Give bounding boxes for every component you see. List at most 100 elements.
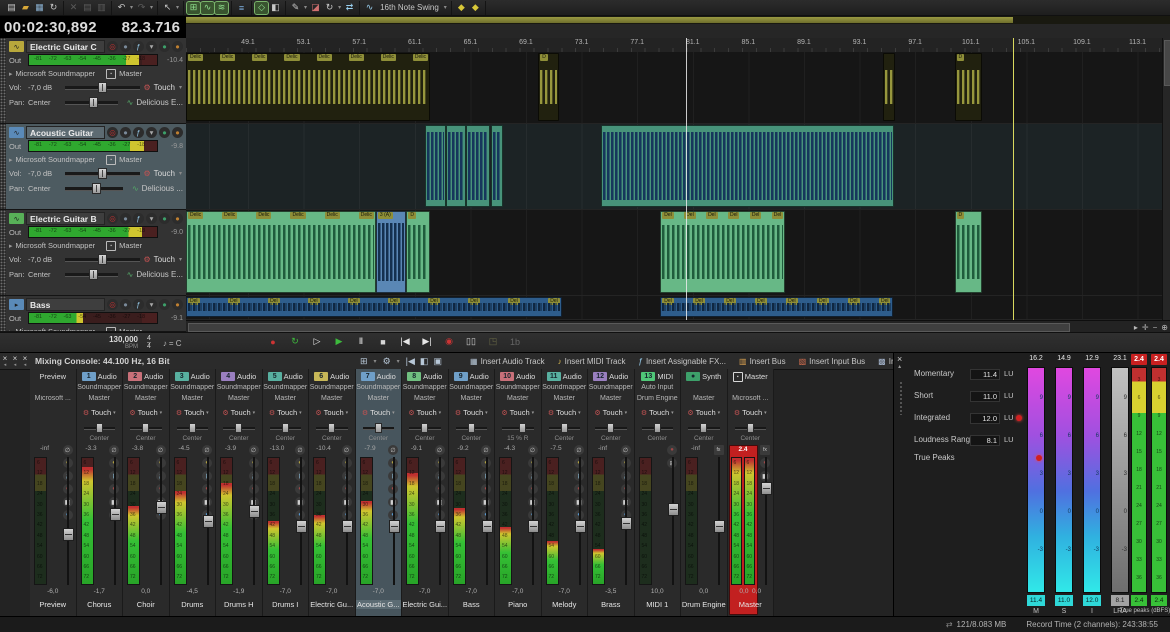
pan-slider-track[interactable] <box>642 427 674 430</box>
repeat-button[interactable]: ↻ <box>286 334 304 349</box>
undo-icon[interactable]: ↶ <box>115 2 128 14</box>
pan-slider[interactable] <box>65 187 123 191</box>
strip-fader-handle[interactable] <box>621 517 632 530</box>
strip-pan[interactable]: Center <box>449 423 495 443</box>
time-display[interactable]: 00:02:30,892 82.3.716 <box>0 16 186 38</box>
io-icon[interactable]: ● <box>159 41 170 52</box>
strip-name-label[interactable]: Master <box>728 600 774 609</box>
strip-automation-mode[interactable]: ⚙Touch▾ <box>728 408 774 417</box>
automation-mode-label[interactable]: Touch <box>154 255 175 264</box>
strip-peak-value[interactable]: -inf <box>31 445 58 452</box>
true-peak-clip-value[interactable]: 2.4 <box>1151 354 1167 365</box>
open-project-icon[interactable]: ▰ <box>19 2 32 14</box>
volume-slider[interactable] <box>65 258 140 262</box>
strip-fader[interactable] <box>714 457 725 585</box>
strip-pan[interactable]: Center <box>309 423 355 443</box>
strip-dest-label[interactable]: Master <box>123 395 169 402</box>
strip-name-label[interactable]: Acoustic G... <box>356 600 402 609</box>
strip-pan[interactable]: Center <box>728 423 774 443</box>
send-dest-label[interactable]: Master <box>119 241 142 250</box>
phase-icon[interactable]: ∅ <box>156 445 166 455</box>
automation-gear-icon[interactable]: ⚙ <box>143 169 150 178</box>
strip-pan[interactable]: Center <box>170 423 216 443</box>
strip-fader[interactable] <box>621 457 632 585</box>
strip-peak-value[interactable]: -10.4 <box>310 445 337 452</box>
strip-dest-label[interactable]: Master <box>402 395 448 402</box>
insert-audio-track-button[interactable]: ▦Insert Audio Track <box>470 357 545 366</box>
new-project-icon[interactable]: ▤ <box>5 2 18 14</box>
strip-dest-label[interactable]: Master <box>588 395 634 402</box>
monitor-icon[interactable]: ● <box>120 41 131 52</box>
fxt-icon[interactable]: fx <box>714 445 724 455</box>
phase-icon[interactable]: ∅ <box>621 445 631 455</box>
envelope-icon[interactable]: ● <box>172 299 183 310</box>
strip-output-label[interactable]: Soundmapper <box>588 384 634 391</box>
strip-fader[interactable] <box>296 457 307 585</box>
strip-fader-handle[interactable] <box>482 520 493 533</box>
pan-slider-handle[interactable] <box>89 269 98 280</box>
monitor-icon[interactable]: ● <box>120 213 131 224</box>
strip-output-label[interactable]: Soundmapper <box>77 384 123 391</box>
strip-fader-handle[interactable] <box>110 508 121 521</box>
pan-slider-track[interactable] <box>735 427 767 430</box>
pan-slider-handle[interactable] <box>92 183 101 194</box>
strip-dest-label[interactable]: Microsoft ... <box>30 395 76 402</box>
volume-value[interactable]: -7,0 dB <box>28 169 62 178</box>
automation-gear-icon[interactable]: ⚙ <box>143 83 150 92</box>
strip-pan[interactable]: Center <box>356 423 402 443</box>
dropdown-caret-icon[interactable]: ▾ <box>444 4 447 11</box>
strip-automation-mode[interactable]: ⚙Touch▾ <box>449 408 495 417</box>
insert-assignable-fx-button[interactable]: ƒInsert Assignable FX... <box>639 357 727 366</box>
strip-dest-label[interactable]: Master <box>449 395 495 402</box>
mixer-strip[interactable]: 4AudioSoundmapperMaster⚙Touch▾Center-3.9… <box>216 369 263 617</box>
media-item[interactable]: DelDelDelDelDelDelDelDel <box>660 297 892 317</box>
pan-slider-track[interactable] <box>502 427 534 430</box>
strip-fader-handle[interactable] <box>761 482 772 495</box>
strip-output-label[interactable]: Soundmapper <box>123 384 169 391</box>
mixer-strip[interactable]: 6AudioSoundmapperMaster⚙Touch▾Center-10.… <box>309 369 356 617</box>
strip-pan[interactable]: Center <box>635 423 681 443</box>
mixer-strip[interactable]: 9AudioSoundmapperMaster⚙Touch▾Center-9.2… <box>449 369 496 617</box>
mixer-settings-icon[interactable]: ⚙ <box>383 356 391 367</box>
volume-slider-handle[interactable] <box>98 168 107 179</box>
item-edit-icon[interactable]: ◧ <box>269 2 282 14</box>
strip-output-label[interactable]: Soundmapper <box>356 384 402 391</box>
pan-slider-track[interactable] <box>130 427 162 430</box>
record-arm-icon[interactable]: ◎ <box>107 213 118 224</box>
fx-plugin-icon[interactable]: ∿ <box>127 270 134 279</box>
pan-value[interactable]: Center <box>28 98 62 107</box>
mixer-strip[interactable]: 13MIDIAuto InputDrum Engine⚙Touch▾Center… <box>635 369 682 617</box>
pan-slider-track[interactable] <box>223 427 255 430</box>
strip-peak-value[interactable]: -9.2 <box>450 445 477 452</box>
track-name-field[interactable]: Bass <box>26 298 105 311</box>
pause-button[interactable]: Ⅱ <box>352 334 370 349</box>
output-device-label[interactable]: Microsoft Soundmapper <box>16 241 96 250</box>
pan-slider-handle[interactable] <box>189 423 196 433</box>
panel-drag-grip[interactable] <box>899 381 902 415</box>
volume-slider[interactable] <box>65 172 140 176</box>
dropdown-caret-icon[interactable]: ▾ <box>130 4 133 11</box>
dropdown-caret-icon[interactable]: ▾ <box>176 4 179 11</box>
strip-fader[interactable] <box>528 457 539 585</box>
pan-slider-handle[interactable] <box>282 423 289 433</box>
strip-automation-mode[interactable]: ⚙Touch▾ <box>402 408 448 417</box>
copy-icon[interactable]: ▤ <box>81 2 94 14</box>
bpm-display[interactable]: 130,000 BPM <box>100 336 138 350</box>
track-name-field[interactable]: Electric Guitar C <box>26 40 105 53</box>
arrange-track-row[interactable]: DelDelDelDelDelDelDelDelDelDelDelDelDelD… <box>186 296 1170 320</box>
strip-fader-handle[interactable] <box>63 528 74 541</box>
fx-icon[interactable]: ƒ <box>133 213 144 224</box>
arrange-track-row[interactable]: DelicDelicDelicDelicDelicDelicDelicDelic… <box>186 52 1170 124</box>
strip-dest-label[interactable]: Master <box>309 395 355 402</box>
mouse-modifier-a-icon[interactable]: ◆ <box>455 2 468 14</box>
track-panel[interactable]: ▸Bass◎●ƒ▾●●Out-81-72-63-54-45-36-27-18-9… <box>0 296 186 332</box>
insert-input-bus-button[interactable]: ▧Insert Input Bus <box>799 357 866 366</box>
strip-pan[interactable]: Center <box>216 423 262 443</box>
pan-slider-handle[interactable] <box>96 423 103 433</box>
insert-midi-track-button[interactable]: ♪Insert MIDI Track <box>558 357 626 366</box>
fxt-icon[interactable]: fx <box>760 445 770 455</box>
phase-icon[interactable]: ∅ <box>574 445 584 455</box>
strip-fader-handle[interactable] <box>156 501 167 514</box>
mixer-strip[interactable]: 5AudioSoundmapperMaster⚙Touch▾Center-13.… <box>263 369 310 617</box>
strip-pan[interactable]: Center <box>402 423 448 443</box>
